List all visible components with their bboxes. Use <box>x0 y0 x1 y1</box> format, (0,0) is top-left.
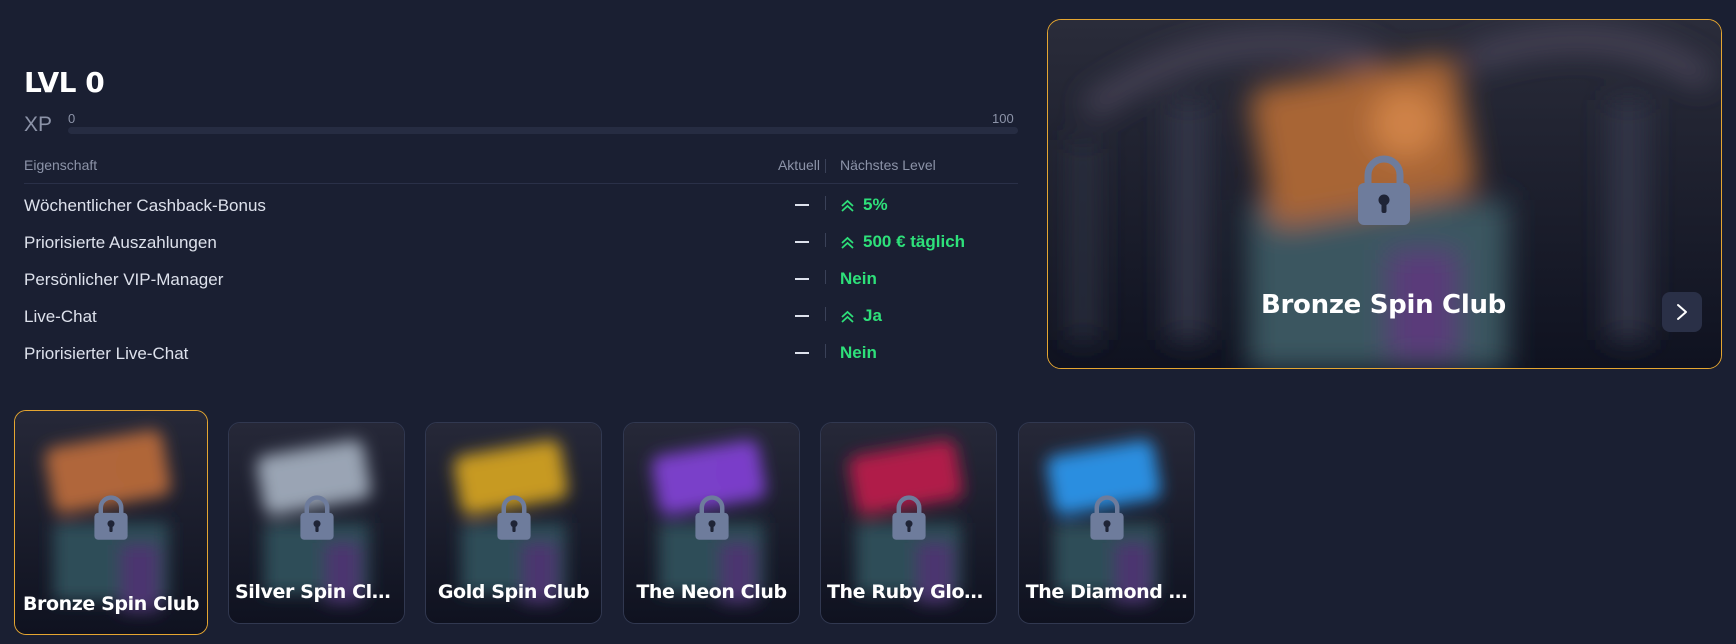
header-divider <box>825 159 826 173</box>
tier-card[interactable]: Silver Spin Club <box>228 422 405 624</box>
benefit-current-value <box>795 278 809 280</box>
benefit-row: Live-Chat Ja <box>24 301 1018 339</box>
header-property: Eigenschaft <box>24 157 98 173</box>
tier-card[interactable]: The Diamond … <box>1018 422 1195 624</box>
tier-name: Silver Spin Club <box>235 581 398 603</box>
lock-icon <box>1358 155 1410 225</box>
benefit-current-value <box>795 204 809 206</box>
benefit-next-text: 500 € täglich <box>863 232 966 251</box>
benefit-label: Priorisierte Auszahlungen <box>24 233 217 252</box>
tier-name: The Neon Club <box>636 581 787 603</box>
row-divider <box>825 233 826 247</box>
featured-tier-name: Bronze Spin Club <box>1261 290 1506 320</box>
benefit-next-text: 5% <box>863 195 888 214</box>
tier-name: The Ruby Glow… <box>827 581 990 603</box>
benefit-next-text: Ja <box>863 306 882 325</box>
lock-icon <box>496 495 531 540</box>
benefit-next-value: Nein <box>840 343 877 363</box>
tier-card[interactable]: Gold Spin Club <box>425 422 602 624</box>
benefit-row: Priorisierte Auszahlungen 500 € täglich <box>24 227 1018 265</box>
benefit-next-text: Nein <box>840 343 877 362</box>
benefit-next-text: Nein <box>840 269 877 288</box>
lock-icon <box>94 495 128 540</box>
header-current: Aktuell <box>777 157 820 173</box>
tier-card[interactable]: Bronze Spin Club <box>14 410 208 635</box>
header-next-level: Nächstes Level <box>840 157 936 173</box>
benefit-label: Persönlicher VIP-Manager <box>24 270 224 289</box>
benefit-current-value <box>795 315 809 317</box>
benefit-next-value: 5% <box>840 195 888 215</box>
benefit-label: Live-Chat <box>24 307 97 326</box>
tier-name: Bronze Spin Club <box>22 593 200 615</box>
benefits-table-header: Eigenschaft Aktuell Nächstes Level <box>24 155 1018 184</box>
xp-label: XP <box>24 113 53 136</box>
xp-min-value: 0 <box>68 111 76 126</box>
tier-name: Gold Spin Club <box>437 581 590 603</box>
benefit-next-value: 500 € täglich <box>840 232 965 252</box>
double-chevron-up-icon <box>841 310 854 323</box>
level-title: LVL 0 <box>24 66 105 99</box>
tier-card[interactable]: The Ruby Glow… <box>820 422 997 624</box>
xp-progress-bar <box>68 127 1018 134</box>
benefit-current-value <box>795 352 809 354</box>
row-divider <box>825 307 826 321</box>
benefit-row: Persönlicher VIP-Manager Nein <box>24 264 1018 302</box>
tier-card[interactable]: The Neon Club <box>623 422 800 624</box>
benefit-row: Priorisierter Live-Chat Nein <box>24 338 1018 376</box>
double-chevron-up-icon <box>841 199 854 212</box>
benefit-current-value <box>795 241 809 243</box>
tier-name: The Diamond … <box>1025 581 1188 603</box>
row-divider <box>825 344 826 358</box>
row-divider <box>825 196 826 210</box>
xp-max-value: 100 <box>992 111 1014 126</box>
next-tier-button[interactable] <box>1662 292 1702 332</box>
benefit-next-value: Ja <box>840 306 882 326</box>
lock-icon <box>891 495 926 540</box>
benefit-label: Priorisierter Live-Chat <box>24 344 189 363</box>
chevron-right-icon <box>1677 304 1687 320</box>
benefit-label: Wöchentlicher Cashback-Bonus <box>24 196 266 215</box>
lock-icon <box>694 495 729 540</box>
lock-icon <box>1089 495 1124 540</box>
benefit-next-value: Nein <box>840 269 877 289</box>
benefit-row: Wöchentlicher Cashback-Bonus 5% <box>24 190 1018 228</box>
row-divider <box>825 270 826 284</box>
lock-icon <box>299 495 334 540</box>
double-chevron-up-icon <box>841 236 854 249</box>
